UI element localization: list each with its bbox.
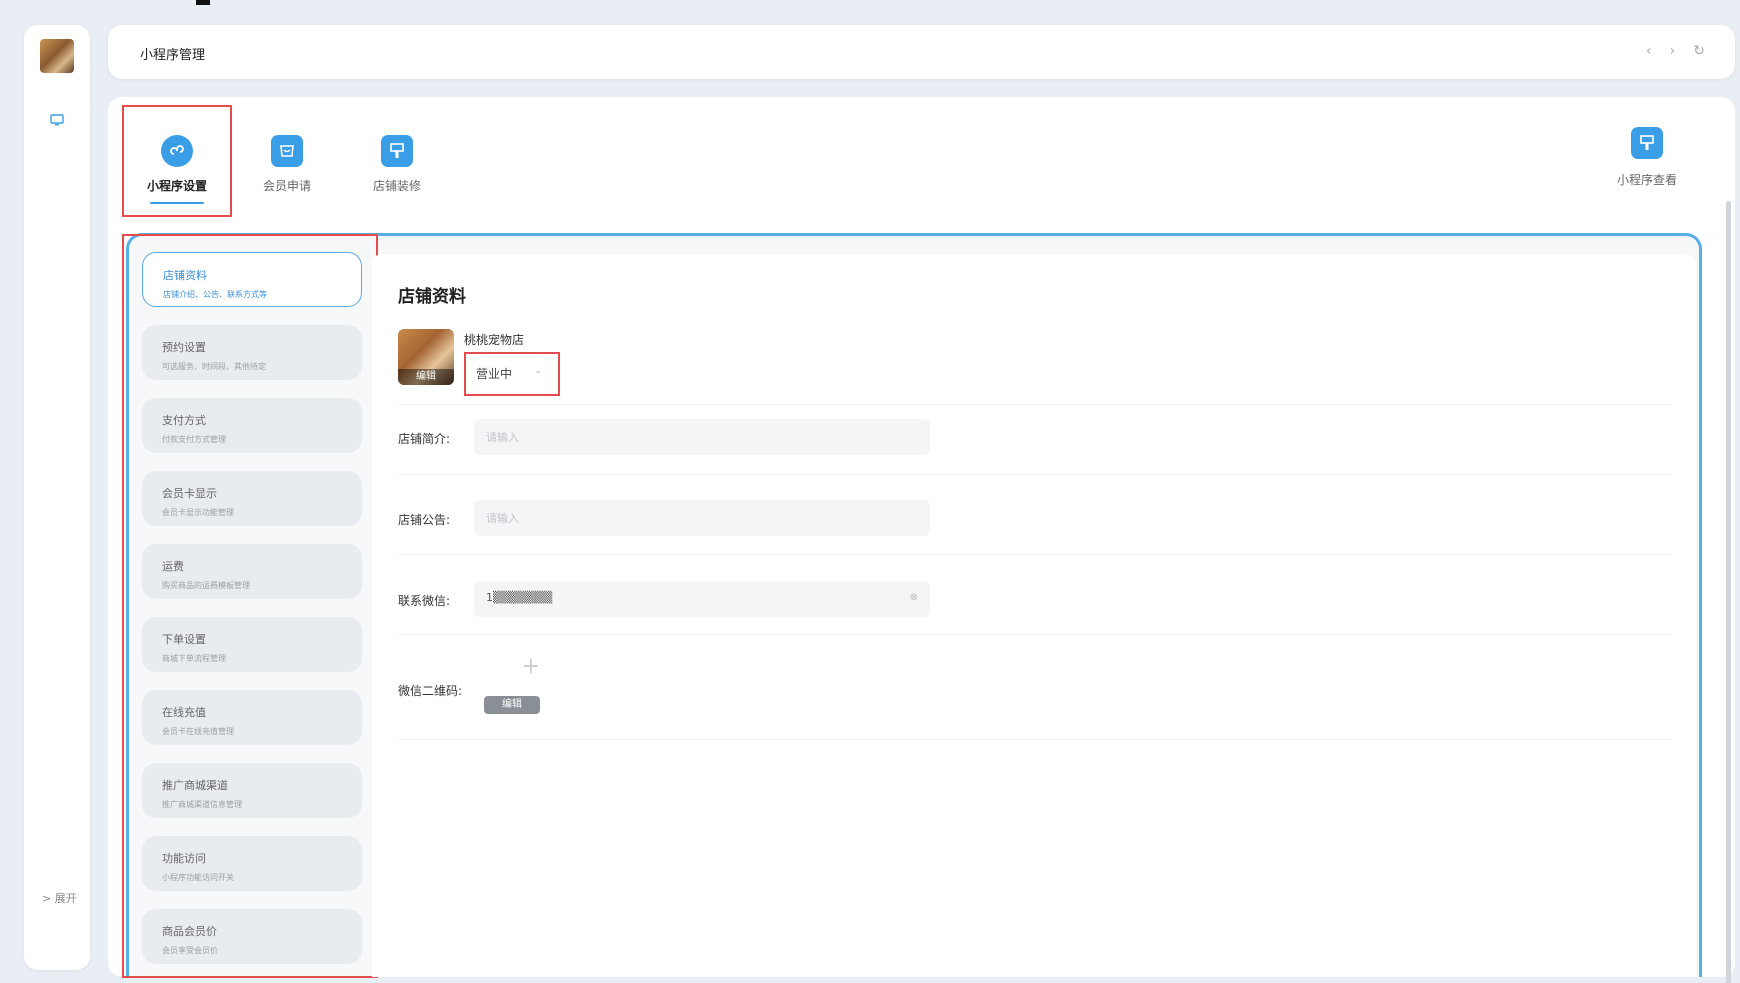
expand-toggle[interactable]: > 展开 xyxy=(42,890,77,906)
wechat-value: 1▒▒▒▒▒▒▒ xyxy=(486,591,553,604)
field-label-notice: 店铺公告: xyxy=(398,513,451,527)
qr-upload[interactable]: + 编辑 xyxy=(484,654,540,714)
refresh-icon[interactable]: ↻ xyxy=(1693,43,1705,59)
status-value: 营业中 xyxy=(476,367,513,381)
shop-info-form: 店铺资料 编辑 桃桃宠物店 营业中 ⌄ 店铺简介: 请输入 店铺公告: 请输入 … xyxy=(372,254,1696,977)
tab-label: 会员申请 xyxy=(262,179,311,193)
tab-label: 小程序设置 xyxy=(146,179,207,193)
divider xyxy=(398,554,1672,555)
field-label-intro: 店铺简介: xyxy=(398,432,451,446)
chevron-down-icon: ⌄ xyxy=(534,366,542,376)
tab-mini-program-settings[interactable]: 小程序设置 xyxy=(122,105,232,217)
divider xyxy=(398,404,1672,405)
user-avatar[interactable] xyxy=(40,39,74,73)
mini-program-icon xyxy=(161,135,193,167)
shop-decor-icon xyxy=(381,135,413,167)
status-select[interactable]: 营业中 ⌄ xyxy=(464,352,560,396)
field-label-qr: 微信二维码: xyxy=(398,684,463,698)
tab-member-apply[interactable]: 会员申请 xyxy=(232,105,342,217)
clear-icon[interactable]: ⊗ xyxy=(910,592,918,603)
avatar-edit-label[interactable]: 编辑 xyxy=(398,369,454,385)
page-title: 小程序管理 xyxy=(140,48,206,63)
tab-label: 店铺装修 xyxy=(372,179,421,193)
divider xyxy=(398,739,1672,740)
tab-label: 小程序查看 xyxy=(1616,173,1677,187)
top-tabs: 小程序设置 会员申请 店铺装修 xyxy=(122,105,452,217)
tab-mini-program-view[interactable]: 小程序查看 xyxy=(1607,127,1687,188)
plus-icon[interactable]: + xyxy=(522,654,540,679)
qr-edit-label[interactable]: 编辑 xyxy=(484,696,540,714)
mini-program-view-icon xyxy=(1631,127,1663,159)
monitor-icon[interactable] xyxy=(50,113,64,127)
divider xyxy=(398,474,1672,475)
contact-wechat-input[interactable]: 1▒▒▒▒▒▒▒ ⊗ xyxy=(474,581,930,617)
scrollbar[interactable] xyxy=(1726,201,1731,983)
field-label-wechat: 联系微信: xyxy=(398,594,451,608)
left-rail: > 展开 xyxy=(24,25,90,970)
shop-intro-input[interactable]: 请输入 xyxy=(474,419,930,455)
tab-shop-decor[interactable]: 店铺装修 xyxy=(342,105,452,217)
divider xyxy=(398,634,1672,635)
tab-underline xyxy=(150,202,204,204)
member-apply-icon xyxy=(271,135,303,167)
main-panel: 小程序设置 会员申请 店铺装修 小程序查看 店铺资料 店铺介绍、公告、联系方式等 xyxy=(108,97,1735,983)
section-heading: 店铺资料 xyxy=(398,287,466,307)
forward-icon[interactable]: › xyxy=(1670,43,1676,59)
header-bar: 小程序管理 ‹ › ↻ xyxy=(108,25,1735,79)
shop-notice-input[interactable]: 请输入 xyxy=(474,500,930,536)
menu-highlight-box xyxy=(122,234,378,978)
shop-name: 桃桃宠物店 xyxy=(464,333,525,347)
shop-avatar[interactable]: 编辑 xyxy=(398,329,454,385)
header-nav: ‹ › ↻ xyxy=(1646,43,1705,59)
top-mark xyxy=(196,0,210,5)
back-icon[interactable]: ‹ xyxy=(1646,43,1652,59)
